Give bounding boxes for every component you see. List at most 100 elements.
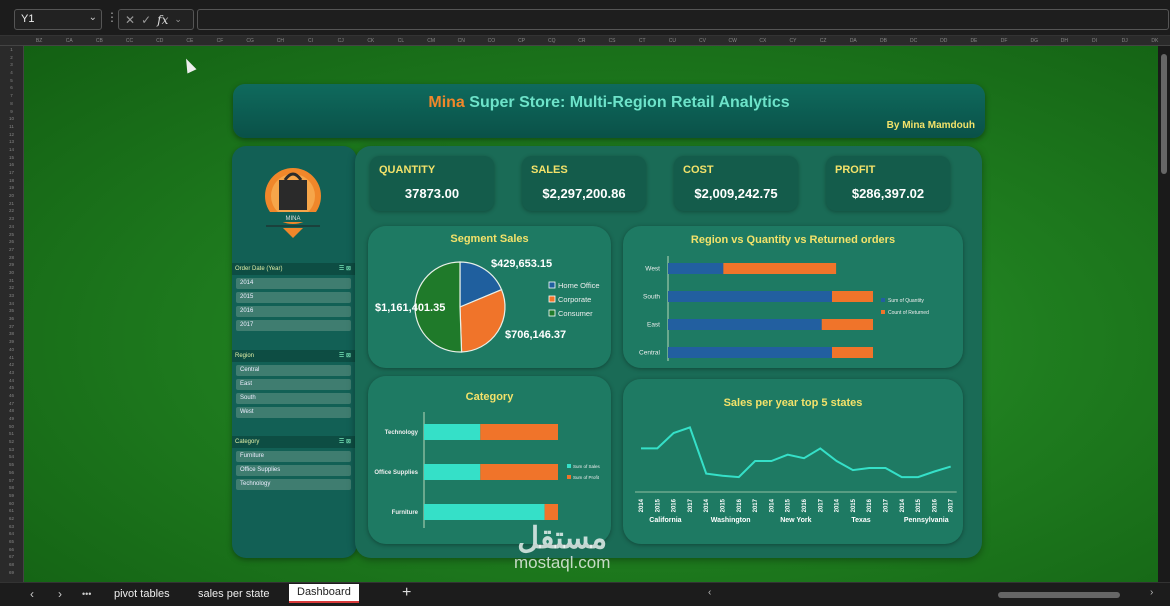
row-header[interactable]: 10 (0, 115, 23, 123)
column-header[interactable]: CT (627, 36, 657, 45)
slicer-item-technology[interactable]: Technology (236, 479, 351, 490)
row-header[interactable]: 19 (0, 184, 23, 192)
column-header[interactable]: CV (687, 36, 717, 45)
more-vertical-icon[interactable]: ⋮ (106, 11, 118, 23)
chart-sales-top-states[interactable]: Sales per year top 5 states 2014 2015 2016… (623, 379, 963, 544)
row-header[interactable]: 55 (0, 461, 23, 469)
column-header[interactable]: CP (507, 36, 537, 45)
row-header[interactable]: 36 (0, 315, 23, 323)
column-header[interactable]: DF (989, 36, 1019, 45)
row-header[interactable]: 31 (0, 277, 23, 285)
row-header[interactable]: 51 (0, 430, 23, 438)
column-header[interactable]: DA (838, 36, 868, 45)
clear-filter-icon[interactable]: ☰ ⊠ (339, 265, 351, 272)
row-header[interactable]: 22 (0, 207, 23, 215)
column-header[interactable]: DG (1019, 36, 1049, 45)
row-header[interactable]: 7 (0, 92, 23, 100)
column-header[interactable]: CJ (326, 36, 356, 45)
row-header[interactable]: 30 (0, 269, 23, 277)
chart-segment-sales[interactable]: Segment Sales $429,653.15 $706,146.37 $1,1… (368, 226, 611, 368)
column-header[interactable]: CD (145, 36, 175, 45)
vertical-scrollbar[interactable] (1158, 46, 1170, 582)
row-header[interactable]: 11 (0, 123, 23, 131)
row-header[interactable]: 45 (0, 384, 23, 392)
row-header[interactable]: 63 (0, 523, 23, 531)
row-header[interactable]: 52 (0, 438, 23, 446)
column-header[interactable]: DK (1140, 36, 1170, 45)
name-box[interactable]: Y1 ⌄ (14, 9, 102, 30)
row-header[interactable]: 1 (0, 46, 23, 54)
row-header[interactable]: 59 (0, 492, 23, 500)
row-header[interactable]: 3 (0, 61, 23, 69)
row-header[interactable]: 16 (0, 161, 23, 169)
row-header[interactable]: 18 (0, 177, 23, 185)
column-header[interactable]: CX (748, 36, 778, 45)
column-header[interactable]: CU (657, 36, 687, 45)
column-header[interactable]: CN (446, 36, 476, 45)
row-header[interactable]: 42 (0, 361, 23, 369)
row-header[interactable]: 53 (0, 446, 23, 454)
formula-input[interactable] (197, 9, 1169, 30)
row-header[interactable]: 4 (0, 69, 23, 77)
cancel-icon[interactable]: ✕ (125, 13, 135, 27)
row-header[interactable]: 61 (0, 507, 23, 515)
row-header[interactable]: 35 (0, 307, 23, 315)
clear-filter-icon[interactable]: ☰ ⊠ (339, 438, 351, 445)
row-header[interactable]: 69 (0, 569, 23, 577)
row-header[interactable]: 15 (0, 154, 23, 162)
row-header[interactable]: 32 (0, 284, 23, 292)
column-header[interactable]: CI (295, 36, 325, 45)
slicer-item-2015[interactable]: 2015 (236, 292, 351, 303)
row-header[interactable]: 8 (0, 100, 23, 108)
column-header[interactable]: CE (175, 36, 205, 45)
column-header[interactable]: DJ (1110, 36, 1140, 45)
chevron-right-icon[interactable]: › (1150, 587, 1153, 598)
scroll-thumb[interactable] (1161, 54, 1167, 174)
row-header[interactable]: 29 (0, 261, 23, 269)
row-header[interactable]: 67 (0, 553, 23, 561)
slicer-item-office-supplies[interactable]: Office Supplies (236, 465, 351, 476)
column-header[interactable]: CG (235, 36, 265, 45)
chevron-down-icon[interactable]: ⌄ (89, 12, 97, 23)
column-header[interactable]: CY (778, 36, 808, 45)
row-header[interactable]: 58 (0, 484, 23, 492)
row-header[interactable]: 54 (0, 453, 23, 461)
slicer-item-west[interactable]: West (236, 407, 351, 418)
slicer-item-2016[interactable]: 2016 (236, 306, 351, 317)
row-header[interactable]: 38 (0, 330, 23, 338)
row-header[interactable]: 64 (0, 530, 23, 538)
row-header[interactable]: 6 (0, 84, 23, 92)
row-header[interactable]: 27 (0, 246, 23, 254)
insert-function-icon[interactable]: fx (157, 13, 168, 27)
slicer-item-central[interactable]: Central (236, 365, 351, 376)
chart-region-quantity-returned[interactable]: Region vs Quantity vs Returned orders We… (623, 226, 963, 368)
column-header[interactable]: CM (416, 36, 446, 45)
row-header[interactable]: 48 (0, 407, 23, 415)
row-header[interactable]: 17 (0, 169, 23, 177)
row-header[interactable]: 50 (0, 423, 23, 431)
row-header[interactable]: 66 (0, 546, 23, 554)
row-header[interactable]: 46 (0, 392, 23, 400)
row-header[interactable]: 68 (0, 561, 23, 569)
slicer-item-furniture[interactable]: Furniture (236, 451, 351, 462)
column-header[interactable]: CS (597, 36, 627, 45)
row-header[interactable]: 37 (0, 323, 23, 331)
chart-category[interactable]: Category Technology Office Supplies Furnit… (368, 376, 611, 544)
column-header[interactable]: CQ (537, 36, 567, 45)
row-header[interactable]: 24 (0, 223, 23, 231)
row-header[interactable]: 44 (0, 377, 23, 385)
column-header[interactable]: CO (476, 36, 506, 45)
row-header[interactable]: 26 (0, 238, 23, 246)
column-header[interactable]: CF (205, 36, 235, 45)
clear-filter-icon[interactable]: ☰ ⊠ (339, 352, 351, 359)
column-header[interactable]: CR (567, 36, 597, 45)
row-header[interactable]: 41 (0, 354, 23, 362)
row-header[interactable]: 60 (0, 500, 23, 508)
row-header[interactable]: 5 (0, 77, 23, 85)
slicer-item-east[interactable]: East (236, 379, 351, 390)
confirm-icon[interactable]: ✓ (141, 13, 151, 27)
chevron-down-icon[interactable]: ⌄ (174, 14, 182, 25)
slicer-item-2014[interactable]: 2014 (236, 278, 351, 289)
row-header[interactable]: 33 (0, 292, 23, 300)
row-header[interactable]: 9 (0, 108, 23, 116)
